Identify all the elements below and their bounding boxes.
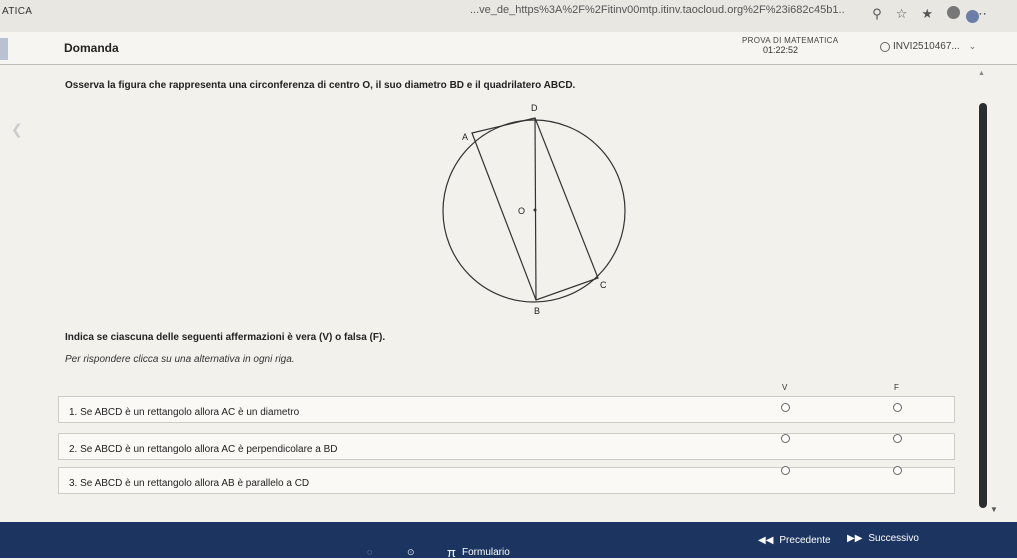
radio-row-2-true[interactable] [781,434,790,443]
timer: 01:22:52 [763,45,799,55]
statement-row-2: 2. Se ABCD è un rettangolo allora AC è p… [58,433,955,460]
section-title: Domanda [64,41,119,55]
label-d: D [531,103,538,113]
previous-icon: ◀◀ [758,535,774,546]
label-a: A [462,132,468,142]
next-button[interactable]: ▶▶ Successivo [847,533,919,544]
star-icon[interactable]: ☆ [896,6,908,22]
scroll-down-icon[interactable]: ▼ [990,505,998,514]
label-b: B [534,306,540,316]
user-id: INVI2510467... [893,41,960,52]
next-icon: ▶▶ [847,533,863,544]
navigator-handle[interactable] [0,38,8,60]
hint-text: Per rispondere clicca su una alternativa… [65,354,295,365]
previous-label: Precedente [779,535,831,546]
radio-row-1-true[interactable] [781,403,790,412]
test-name: PROVA DI MATEMATICA [742,36,839,45]
statement-text: 2. Se ABCD è un rettangolo allora AC è p… [69,444,338,455]
column-header-false: F [894,383,899,392]
statement-text: 3. Se ABCD è un rettangolo allora AB è p… [69,478,310,489]
question-prompt: Osserva la figura che rappresenta una ci… [65,80,576,91]
tab-title[interactable]: ATICA [2,6,32,17]
profile-avatar[interactable] [947,6,960,19]
address-bar[interactable]: ...ve_de_https%3A%2F%2Fitinv00mtp.itinv.… [470,4,845,16]
statement-text: 1. Se ABCD è un rettangolo allora AC è u… [69,407,300,418]
statement-row-1: 1. Se ABCD è un rettangolo allora AC è u… [58,396,955,423]
user-icon [880,41,890,52]
radio-row-3-false[interactable] [893,466,902,475]
label-o: O [518,206,525,216]
target-icon[interactable]: ⊙ [407,547,415,558]
browser-toolbar: ATICA ...ve_de_https%3A%2F%2Fitinv00mtp.… [0,0,1017,33]
formulario-label: Formulario [461,547,510,558]
column-header-true: V [782,383,788,392]
test-header [0,32,1017,65]
scroll-up-icon[interactable]: ▲ [978,70,985,77]
instruction-text: Indica se ciascuna delle seguenti afferm… [65,332,386,343]
chevron-down-icon[interactable]: ⌄ [969,41,977,52]
radio-row-2-false[interactable] [893,434,902,443]
geometry-figure: D A O C B [442,103,626,316]
favorites-icon[interactable]: ★ [921,6,933,22]
statement-row-3: 3. Se ABCD è un rettangolo allora AB è p… [58,467,955,494]
label-c: C [600,280,607,290]
radio-row-3-true[interactable] [781,466,790,475]
user-menu[interactable]: INVI2510467... ⌄ [880,41,976,52]
next-label: Successivo [868,533,919,544]
radio-row-1-false[interactable] [893,403,902,412]
scrollbar-thumb[interactable] [979,103,987,508]
chevron-left-icon[interactable]: ❮ [11,121,23,138]
key-icon[interactable]: ⚲ [872,6,882,22]
center-point [533,208,537,212]
hide-icon[interactable]: ◌ [367,547,372,557]
copilot-icon[interactable] [966,10,979,23]
previous-button[interactable]: ◀◀ Precedente [758,535,831,546]
